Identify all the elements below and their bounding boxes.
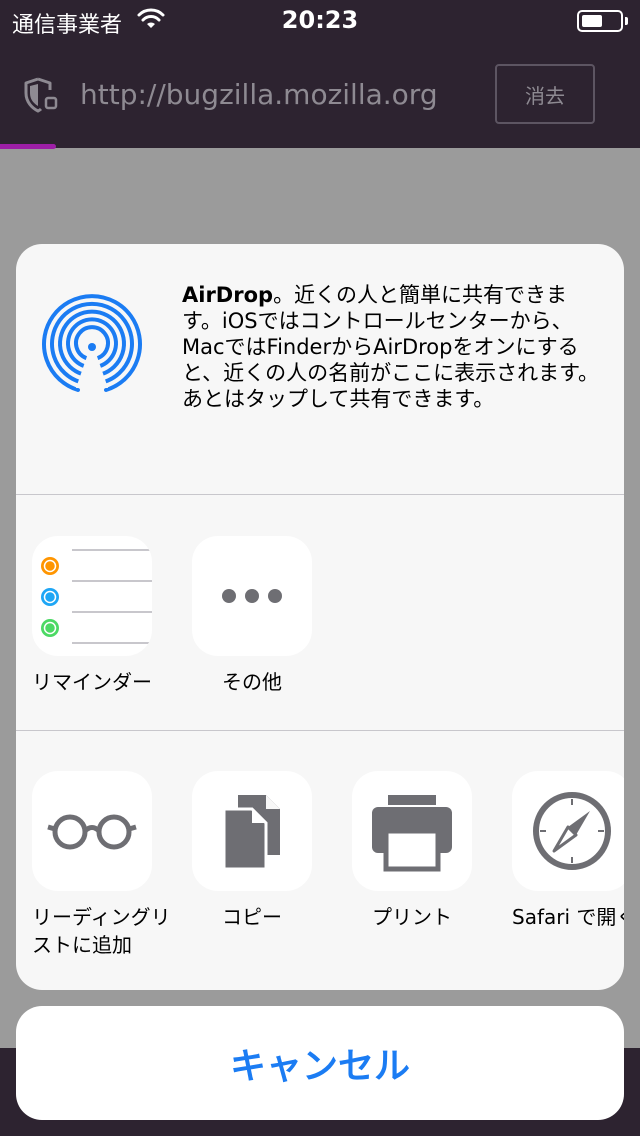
action-open-in-safari[interactable]: Safari で開く: [512, 771, 624, 931]
action-label: Safari で開く: [512, 905, 624, 929]
action-add-reading-list[interactable]: リーディングリストに追加: [32, 771, 171, 959]
glasses-icon: [32, 771, 152, 891]
compass-icon: [512, 771, 624, 891]
action-print[interactable]: プリント: [352, 771, 472, 931]
reminders-icon: [32, 536, 152, 656]
status-bar: 通信事業者 20:23: [0, 0, 640, 40]
status-time: 20:23: [281, 6, 359, 34]
airdrop-description: AirDrop。近くの人と簡単に共有できます。iOSではコントロールセンターから…: [182, 282, 602, 412]
airdrop-title: AirDrop: [182, 283, 274, 307]
url-field[interactable]: http://bugzilla.mozilla.org: [80, 78, 438, 111]
copy-icon: [192, 771, 312, 891]
battery-tip: [625, 17, 628, 25]
share-app-more[interactable]: その他: [192, 536, 312, 696]
more-icon: [192, 536, 312, 656]
share-sheet: AirDrop。近くの人と簡単に共有できます。iOSではコントロールセンターから…: [16, 244, 624, 990]
action-label: プリント: [372, 905, 452, 929]
printer-icon: [352, 771, 472, 891]
battery-icon: [577, 10, 623, 32]
cancel-button[interactable]: キャンセル: [16, 1006, 624, 1120]
airdrop-icon: [42, 294, 142, 392]
share-app-label: その他: [222, 670, 282, 694]
clear-button[interactable]: 消去: [495, 64, 595, 124]
share-app-label: リマインダー: [32, 670, 152, 694]
browser-toolbar: 通信事業者 20:23 http://bugzilla.mozilla.org …: [0, 0, 640, 149]
divider: [16, 494, 624, 495]
tracking-protection-shield-icon[interactable]: [22, 76, 58, 114]
divider: [16, 730, 624, 731]
page-load-progress: [0, 144, 56, 149]
action-label: コピー: [222, 905, 282, 929]
share-app-reminders[interactable]: リマインダー: [32, 536, 152, 696]
action-copy[interactable]: コピー: [192, 771, 312, 931]
action-label: リーディングリストに追加: [32, 905, 171, 957]
